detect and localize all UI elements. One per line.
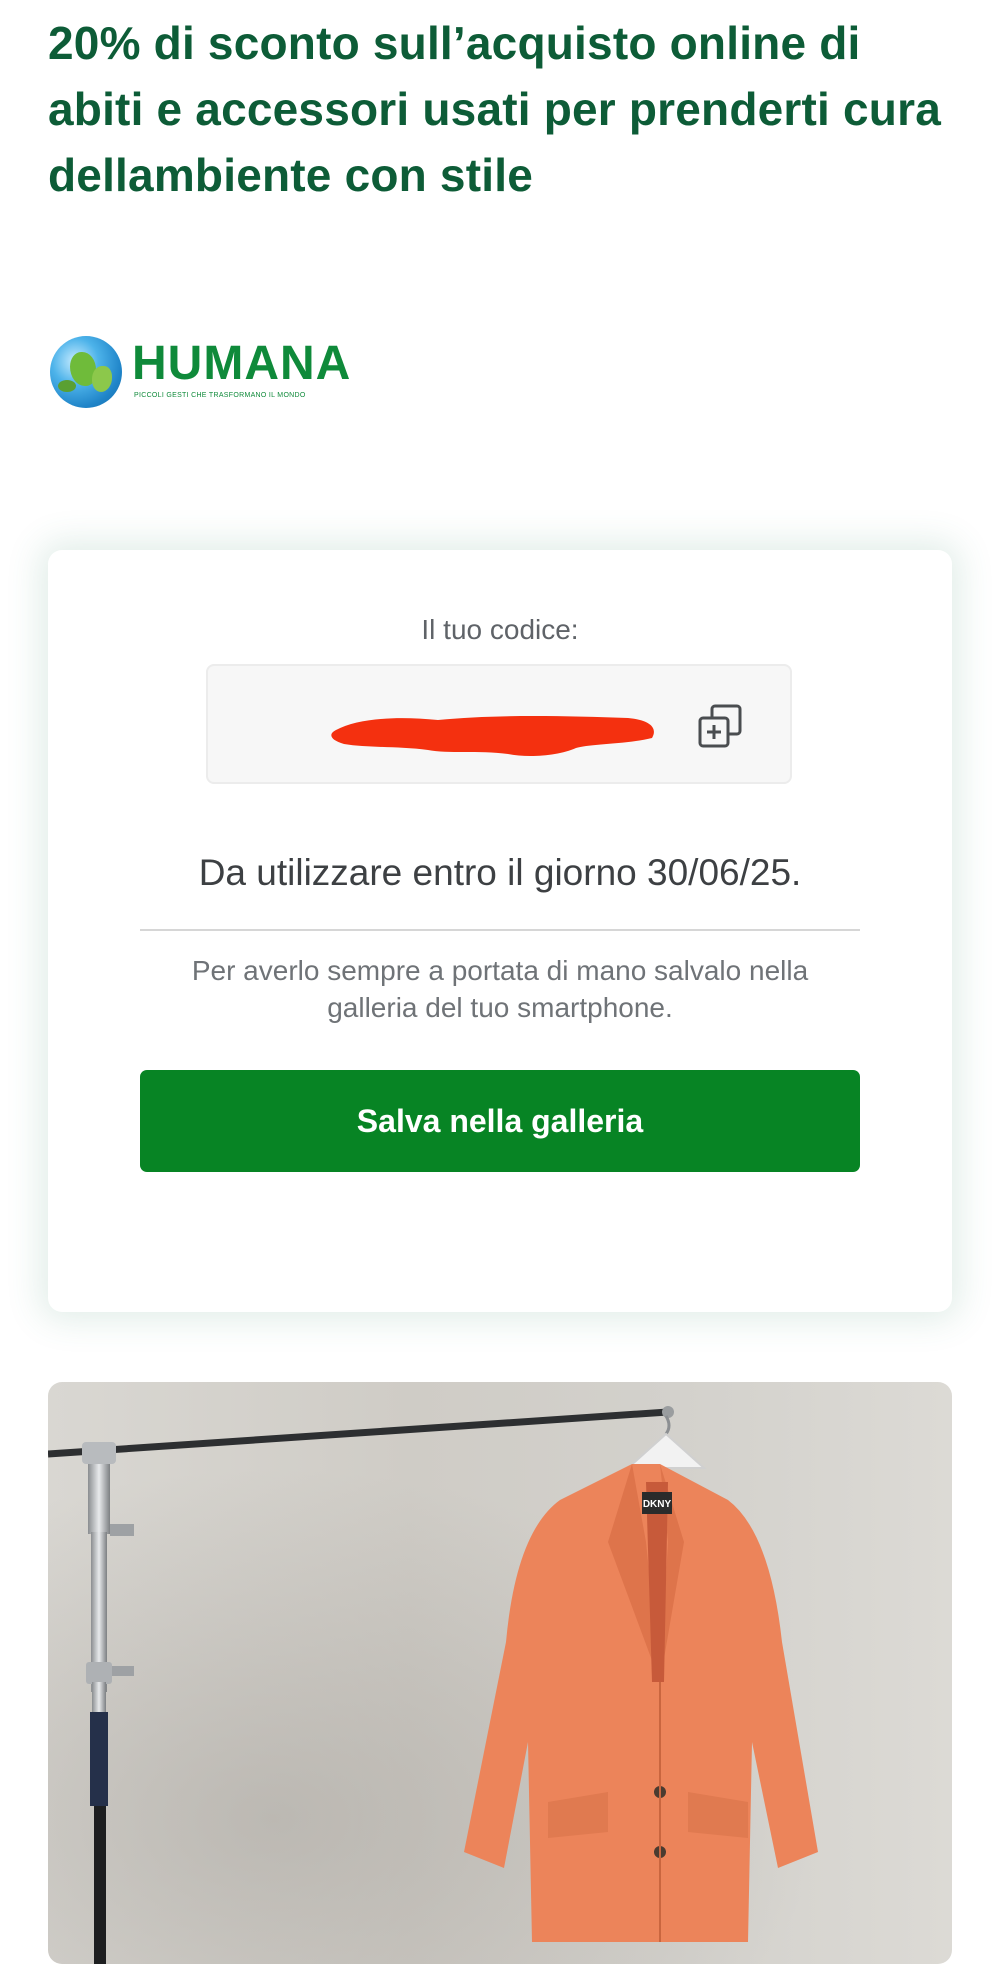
jacket-photo: DKNY — [48, 1382, 952, 1964]
globe-icon — [50, 336, 122, 408]
code-label: Il tuo codice: — [421, 614, 579, 645]
offer-headline: 20% di sconto sull’acquisto online di ab… — [48, 17, 941, 201]
humana-logo: HUMANA PICCOLI GESTI CHE TRASFORMANO IL … — [50, 332, 370, 412]
brand-name: HUMANA — [132, 337, 352, 390]
expiry-text: Da utilizzare entro il giorno 30/06/25. — [198, 852, 802, 893]
save-to-gallery-button[interactable]: Salva nella galleria — [140, 1070, 860, 1172]
product-image: DKNY — [48, 1382, 952, 1964]
redaction-mark — [331, 716, 654, 756]
jacket-label: DKNY — [643, 1499, 672, 1510]
brand-tagline: PICCOLI GESTI CHE TRASFORMANO IL MONDO — [134, 392, 306, 399]
coupon-card: Il tuo codice: Da utilizzare entro il gi… — [48, 550, 952, 1312]
divider — [140, 929, 860, 931]
copy-icon[interactable] — [696, 702, 744, 750]
save-hint: Per averlo sempre a portata di mano salv… — [191, 955, 809, 1023]
code-box[interactable] — [206, 664, 792, 784]
